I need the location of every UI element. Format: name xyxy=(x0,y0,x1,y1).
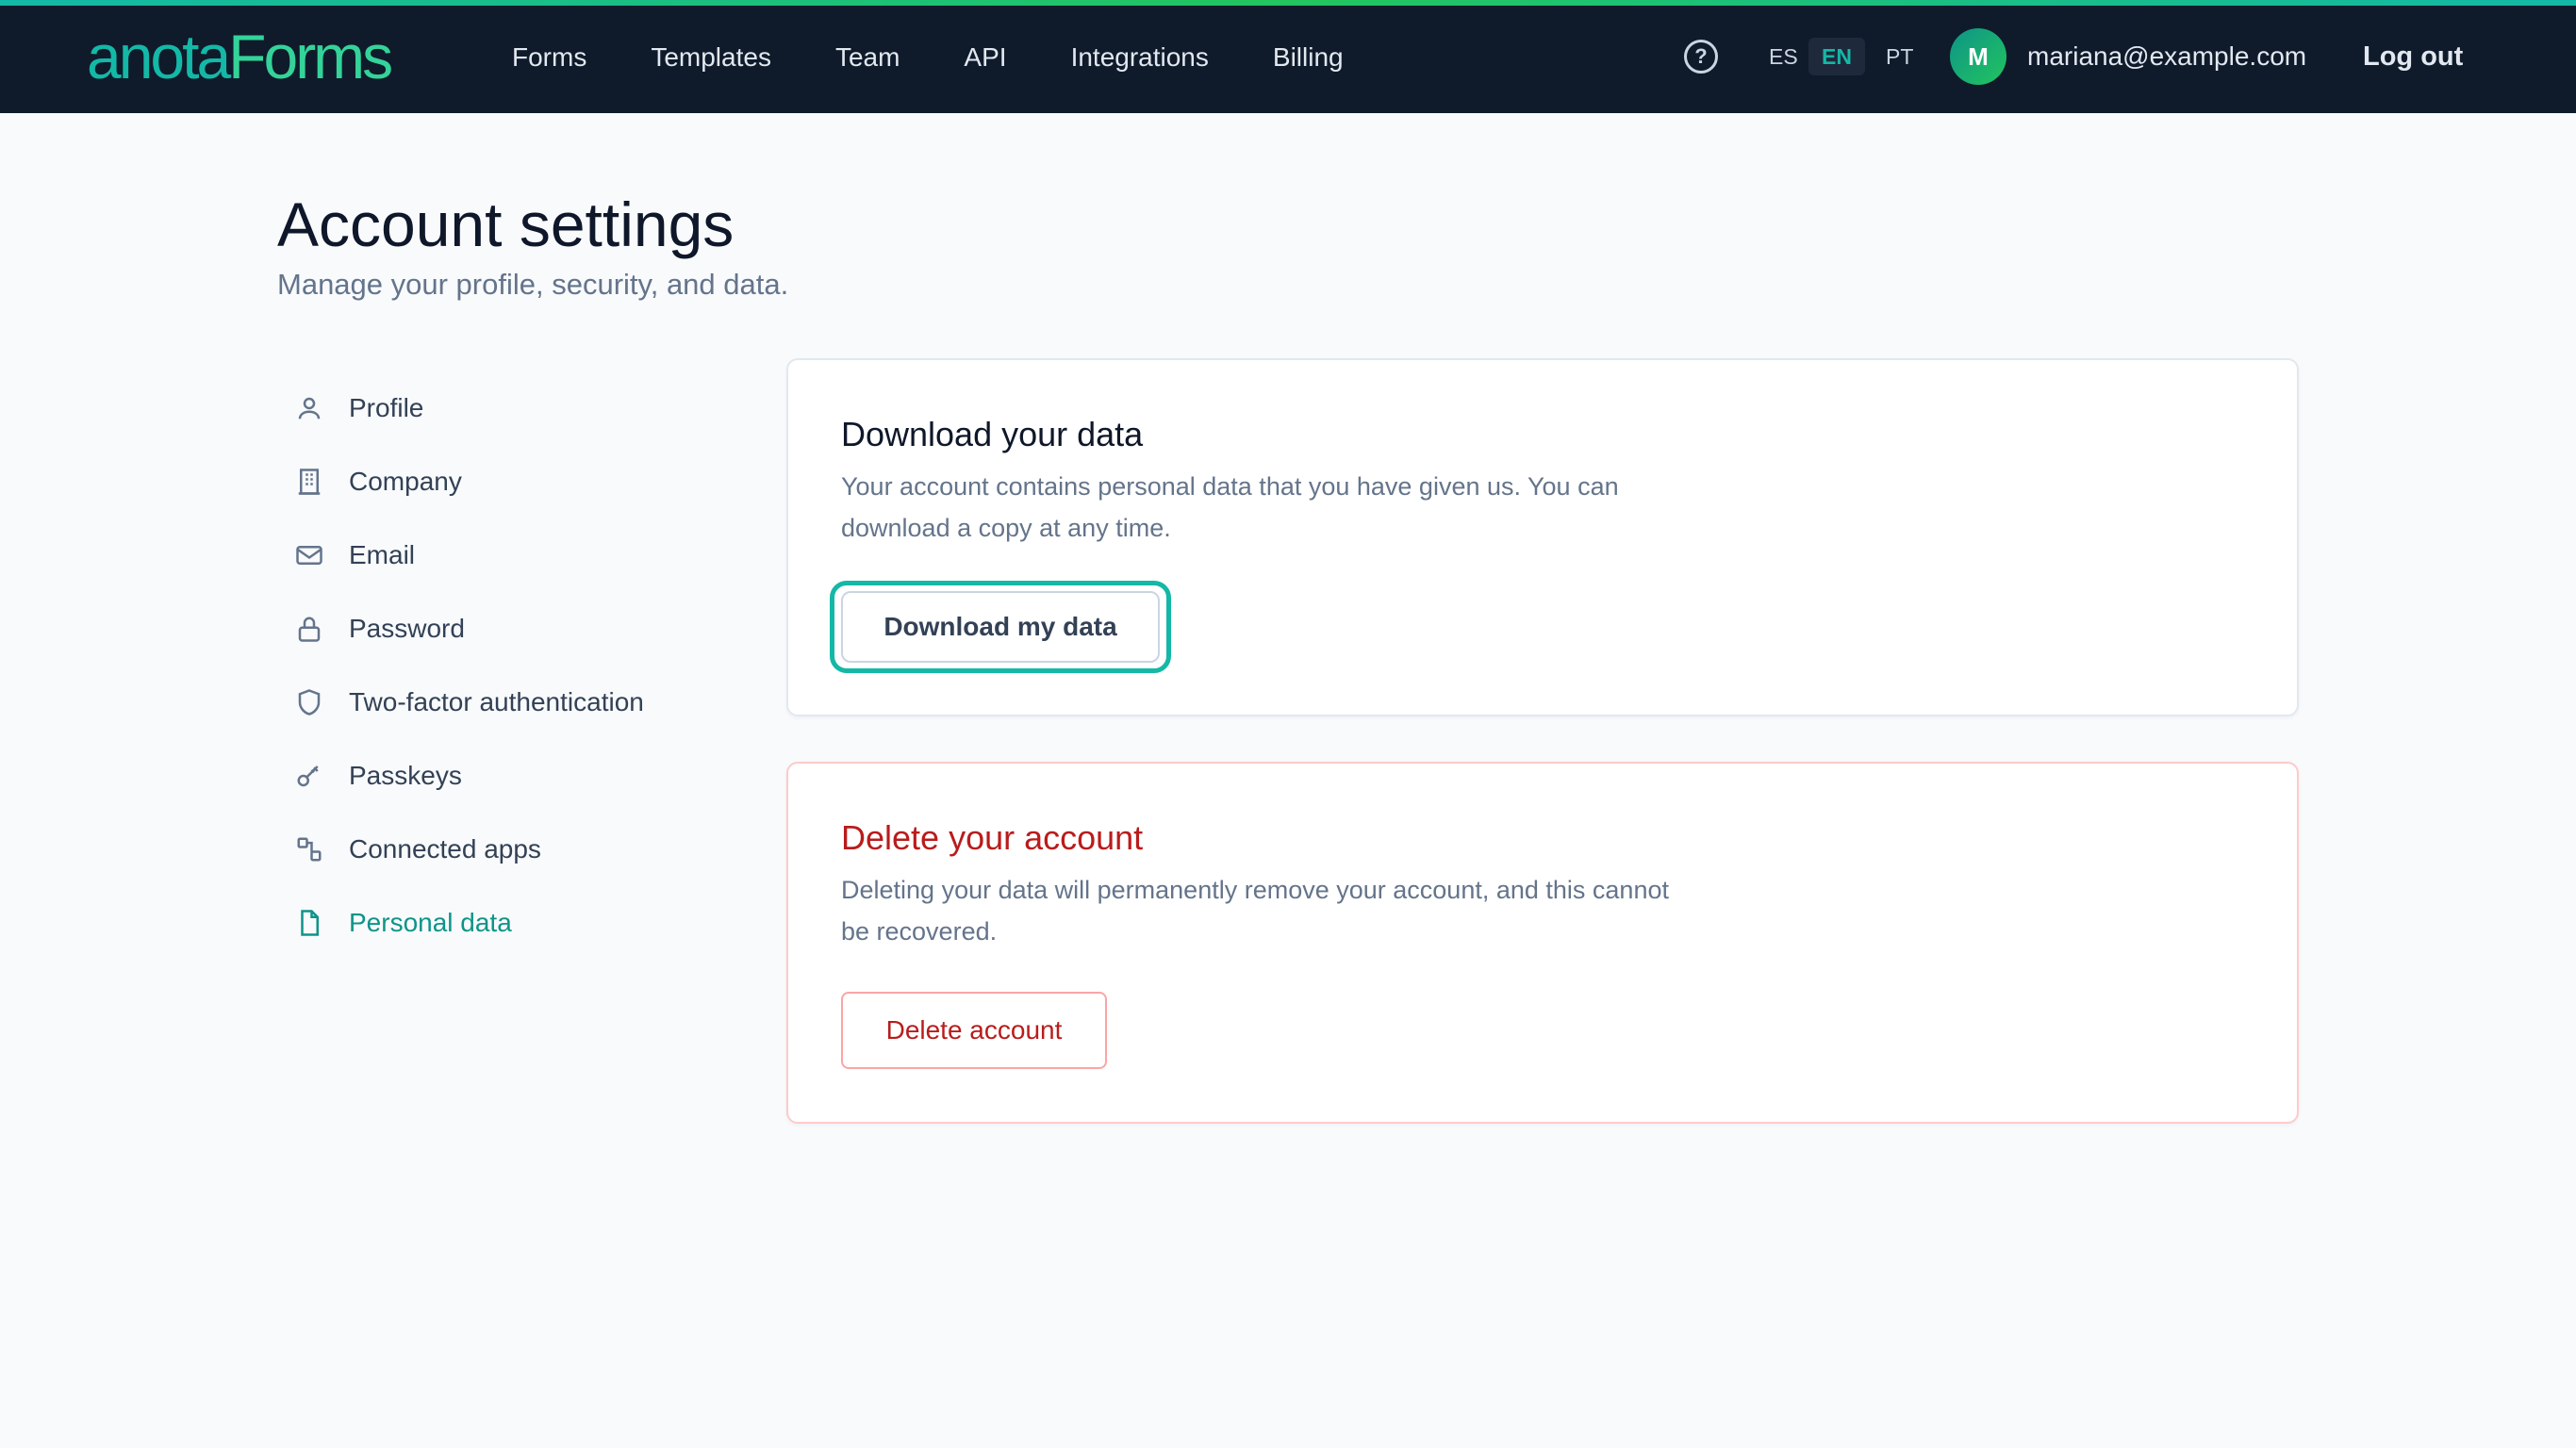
download-focus-ring: Download my data xyxy=(830,581,1171,673)
shield-icon xyxy=(292,685,326,719)
sidebar-item-connected-apps[interactable]: Connected apps xyxy=(292,813,735,886)
nav-link-integrations[interactable]: Integrations xyxy=(1071,42,1209,73)
nav-link-billing[interactable]: Billing xyxy=(1273,42,1344,73)
mail-icon xyxy=(292,538,326,572)
lang-es-button[interactable]: ES xyxy=(1756,38,1811,75)
settings-sidebar: Profile Company Email Password Two-facto… xyxy=(292,371,735,960)
sidebar-item-profile[interactable]: Profile xyxy=(292,371,735,445)
apps-icon xyxy=(292,832,326,866)
avatar[interactable]: M xyxy=(1950,28,2006,85)
main-nav: Forms Templates Team API Integrations Bi… xyxy=(512,34,1408,81)
sidebar-item-label: Passkeys xyxy=(349,761,462,790)
delete-account-button[interactable]: Delete account xyxy=(841,992,1107,1069)
brand-logo-part1: anota xyxy=(87,22,231,91)
sidebar-item-label: Two-factor authentication xyxy=(349,687,644,716)
lock-icon xyxy=(292,612,326,646)
lang-pt-button[interactable]: PT xyxy=(1873,38,1926,75)
logout-button[interactable]: Log out xyxy=(2363,36,2463,77)
sidebar-item-email[interactable]: Email xyxy=(292,518,735,592)
sidebar-item-company[interactable]: Company xyxy=(292,445,735,518)
sidebar-item-password[interactable]: Password xyxy=(292,592,735,666)
sidebar-item-label: Company xyxy=(349,467,462,496)
page-title: Account settings xyxy=(277,189,735,259)
sidebar-item-label: Password xyxy=(349,614,465,643)
nav-link-forms[interactable]: Forms xyxy=(512,42,586,73)
nav-link-team[interactable]: Team xyxy=(835,42,900,73)
sidebar-item-label: Connected apps xyxy=(349,834,541,864)
delete-card-description: Deleting your data will permanently remo… xyxy=(841,876,1669,946)
download-data-card: Download your data Your account contains… xyxy=(786,358,2299,716)
page-subtitle: Manage your profile, security, and data. xyxy=(277,268,789,301)
sidebar-item-label: Personal data xyxy=(349,908,512,937)
lang-en-button[interactable]: EN xyxy=(1808,38,1865,75)
sidebar-item-label: Profile xyxy=(349,393,424,422)
user-icon xyxy=(292,391,326,425)
sidebar-item-two-factor[interactable]: Two-factor authentication xyxy=(292,666,735,739)
file-icon xyxy=(292,906,326,940)
help-icon[interactable]: ? xyxy=(1684,40,1718,74)
download-data-button[interactable]: Download my data xyxy=(841,591,1160,663)
accent-strip xyxy=(0,0,2576,6)
delete-account-card: Delete your account Deleting your data w… xyxy=(786,762,2299,1124)
brand-logo-part2: Forms xyxy=(228,22,393,91)
sidebar-item-personal-data[interactable]: Personal data xyxy=(292,886,735,960)
user-email[interactable]: mariana@example.com xyxy=(2027,38,2306,75)
download-card-title: Download your data xyxy=(841,415,1144,453)
key-icon xyxy=(292,759,326,793)
sidebar-item-passkeys[interactable]: Passkeys xyxy=(292,739,735,813)
building-icon xyxy=(292,465,326,499)
delete-card-title: Delete your account xyxy=(841,818,1144,857)
nav-link-templates[interactable]: Templates xyxy=(651,42,771,73)
download-card-description: Your account contains personal data that… xyxy=(841,472,1619,542)
nav-link-api[interactable]: API xyxy=(964,42,1006,73)
sidebar-item-label: Email xyxy=(349,540,416,569)
top-navbar: anota Forms Forms Templates Team API Inte… xyxy=(0,0,2576,113)
brand-logo[interactable]: anota Forms xyxy=(87,21,393,92)
